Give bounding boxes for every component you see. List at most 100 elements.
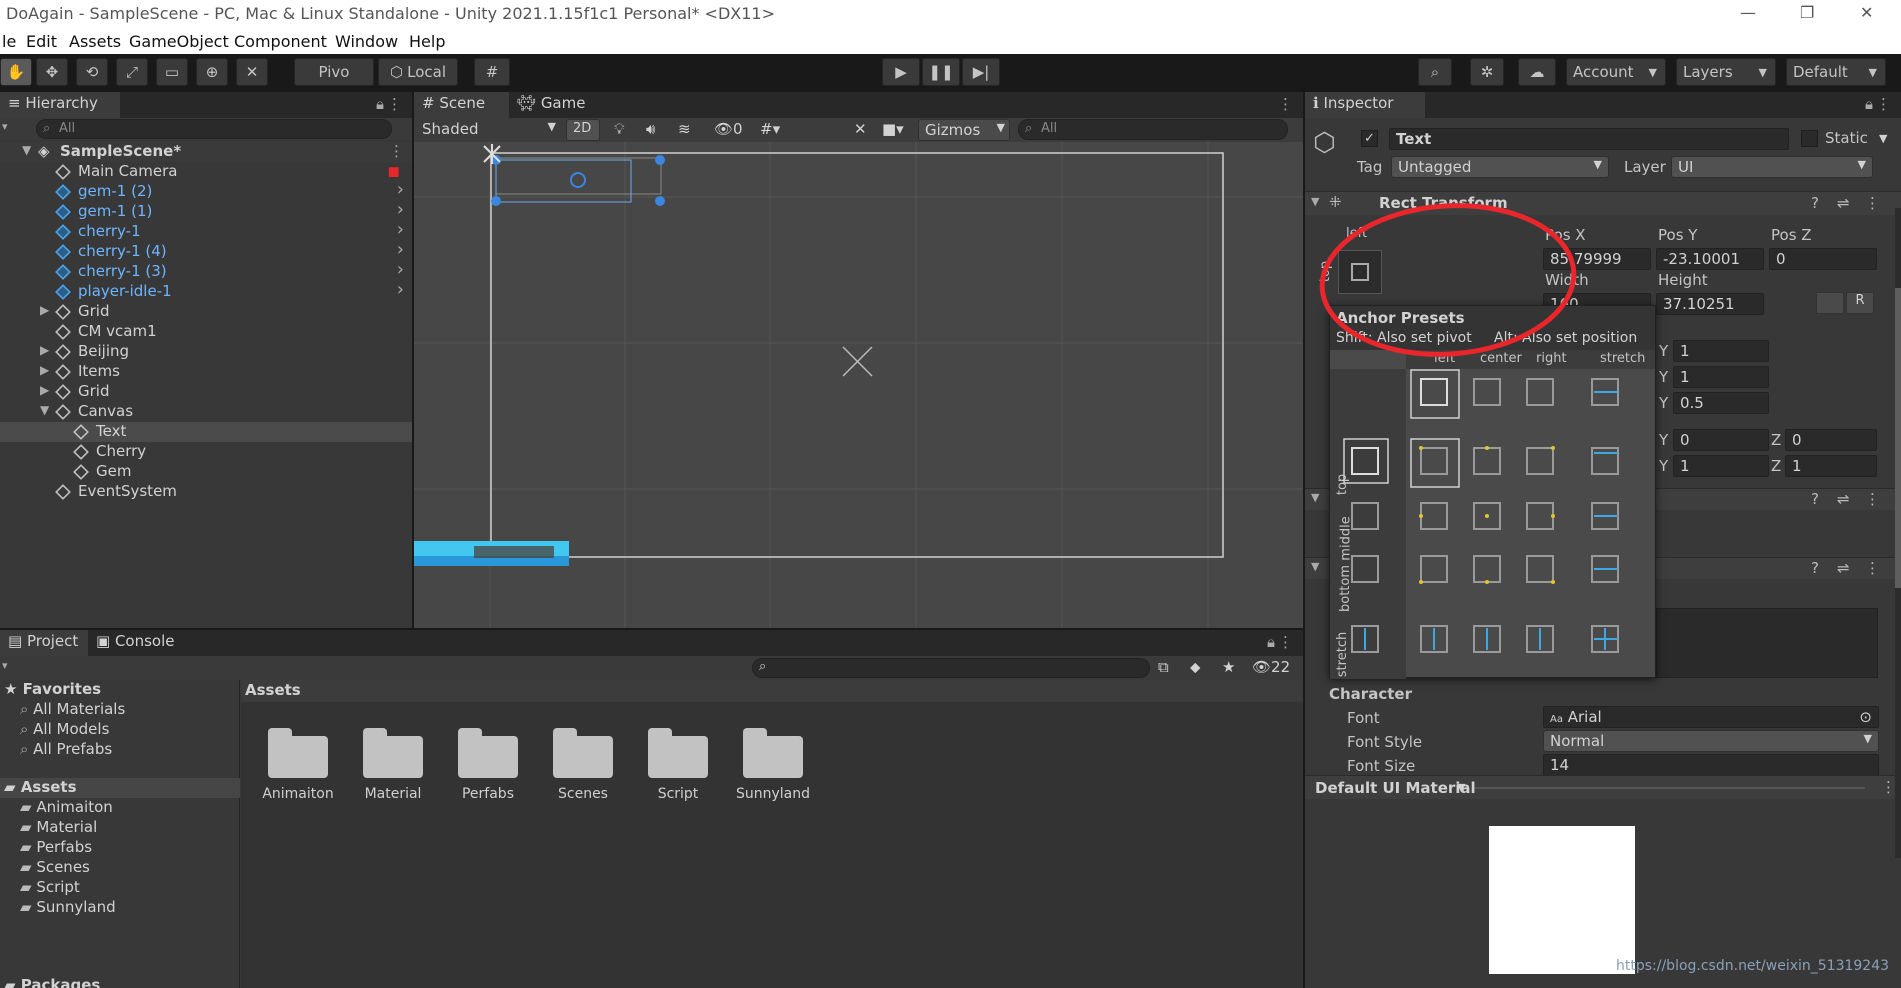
cloud-icon[interactable]: ☁: [1518, 58, 1556, 86]
posy-field[interactable]: -23.10001: [1656, 248, 1764, 270]
active-checkbox[interactable]: ✓: [1361, 130, 1378, 147]
breadcrumb-assets[interactable]: Assets: [245, 681, 301, 699]
assets-row[interactable]: ▰ Assets: [0, 778, 240, 798]
expand-arrow-icon[interactable]: ▶: [40, 383, 49, 397]
asset-folder-name[interactable]: Material: [343, 786, 443, 802]
asset-folder-item[interactable]: ▰ Material: [20, 818, 97, 836]
account-dropdown[interactable]: Account ▼: [1566, 58, 1666, 86]
prefab-open-icon[interactable]: ›: [397, 239, 404, 260]
transform-tool-icon[interactable]: ⊕: [196, 58, 228, 86]
expand-arrow-icon[interactable]: ▼: [40, 403, 49, 417]
posz-field[interactable]: 0: [1769, 248, 1877, 270]
create-dropdown-icon[interactable]: ▾: [2, 120, 8, 133]
scene-row[interactable]: ▼ ◈ SampleScene* ⋮: [0, 142, 412, 162]
expand-arrow-icon[interactable]: ▶: [40, 343, 49, 357]
anchor-min-y-field[interactable]: 1: [1673, 340, 1769, 362]
hierarchy-item[interactable]: cherry-1 ›: [0, 219, 412, 242]
asset-folder-item[interactable]: ▰ Scenes: [20, 858, 90, 876]
tab-inspector[interactable]: ℹ Inspector: [1305, 92, 1425, 118]
rotate-tool-icon[interactable]: ⟲: [76, 58, 108, 86]
hierarchy-item[interactable]: Gem: [0, 462, 412, 482]
tab-game[interactable]: 👾︎ Game: [509, 92, 599, 118]
more-icon[interactable]: ⋮: [387, 95, 402, 113]
more-icon[interactable]: ⋮: [1278, 95, 1293, 113]
packages-row[interactable]: ▰ Packages: [4, 976, 100, 988]
project-search-input[interactable]: ⌕: [752, 658, 1150, 678]
more-icon[interactable]: ⋮: [1881, 778, 1896, 796]
preset-icon[interactable]: ⇌: [1837, 559, 1850, 577]
expand-arrow-icon[interactable]: ▼: [1311, 560, 1319, 573]
more-icon[interactable]: ⋮: [1278, 633, 1293, 651]
close-button[interactable]: ✕: [1860, 3, 1873, 22]
custom-tool-icon[interactable]: ✕: [236, 58, 268, 86]
folder-icon[interactable]: [553, 728, 613, 778]
object-picker-icon[interactable]: ⊙: [1859, 708, 1872, 726]
hand-tool-icon[interactable]: ✋: [0, 58, 32, 86]
chevron-down-icon[interactable]: ▼: [1879, 132, 1887, 145]
camera-icon[interactable]: ■▾: [882, 120, 904, 138]
more-icon[interactable]: ⋮: [1865, 194, 1880, 212]
folder-icon[interactable]: [743, 728, 803, 778]
menu-component[interactable]: Component: [234, 32, 327, 51]
font-size-field[interactable]: 14: [1543, 754, 1879, 776]
folder-icon[interactable]: [648, 728, 708, 778]
asset-folder-name[interactable]: Perfabs: [438, 786, 538, 802]
favorite-star-icon[interactable]: ★: [1222, 658, 1235, 676]
help-icon[interactable]: ?: [1811, 194, 1819, 212]
asset-folder-item[interactable]: ▰ Animaiton: [20, 798, 113, 816]
asset-folder-name[interactable]: Animaiton: [248, 786, 348, 802]
pivot-y-field[interactable]: 0.5: [1673, 392, 1769, 414]
hierarchy-item[interactable]: cherry-1 (3) ›: [0, 259, 412, 282]
tag-dropdown[interactable]: Untagged ▼: [1391, 156, 1609, 178]
hierarchy-item[interactable]: player-idle-1 ›: [0, 279, 412, 302]
hierarchy-item[interactable]: Main Camera ◼: [0, 162, 412, 182]
prefab-open-icon[interactable]: ›: [397, 259, 404, 280]
help-icon[interactable]: ?: [1811, 490, 1819, 508]
lock-icon[interactable]: 🔒︎: [1865, 95, 1873, 113]
hierarchy-item[interactable]: gem-1 (2) ›: [0, 179, 412, 202]
hierarchy-item[interactable]: ▶ Beijing: [0, 342, 412, 362]
expand-arrow-icon[interactable]: ▶: [40, 303, 49, 317]
minimize-button[interactable]: —: [1740, 3, 1756, 22]
folder-icon[interactable]: [363, 728, 423, 778]
hierarchy-item[interactable]: ▼ Canvas: [0, 402, 412, 422]
hierarchy-item[interactable]: gem-1 (1) ›: [0, 199, 412, 222]
hierarchy-item[interactable]: EventSystem: [0, 482, 412, 502]
layers-dropdown[interactable]: Layers ▼: [1676, 58, 1776, 86]
hierarchy-item[interactable]: ▶ Grid: [0, 302, 412, 322]
object-name-field[interactable]: Text: [1389, 128, 1789, 150]
menu-edit[interactable]: Edit: [26, 32, 57, 51]
expand-arrow-icon[interactable]: ▼: [22, 143, 31, 157]
more-icon[interactable]: ⋮: [1865, 490, 1880, 508]
tab-hierarchy[interactable]: ≡ Hierarchy: [0, 92, 120, 118]
favorite-item[interactable]: ⌕ All Prefabs: [20, 740, 112, 758]
expand-arrow-icon[interactable]: ▶: [40, 363, 49, 377]
lock-icon[interactable]: 🔒︎: [376, 95, 384, 113]
tools-icon[interactable]: ✕: [854, 120, 867, 138]
play-button[interactable]: ▶: [882, 58, 920, 86]
menu-file[interactable]: le: [2, 32, 16, 51]
scene-search-input[interactable]: ⌕ All: [1018, 119, 1288, 140]
preset-icon[interactable]: ⇌: [1837, 194, 1850, 212]
hidden-objects-icon[interactable]: 👁︎0: [714, 120, 743, 138]
lighting-icon[interactable]: 💡︎: [614, 120, 625, 138]
hierarchy-item[interactable]: cherry-1 (4) ›: [0, 239, 412, 262]
hierarchy-item[interactable]: CM vcam1: [0, 322, 412, 342]
more-icon[interactable]: ⋮: [1876, 95, 1891, 113]
hidden-packages-icon[interactable]: 👁︎22: [1252, 658, 1290, 676]
font-field[interactable]: Aa Arial ⊙: [1543, 706, 1879, 728]
asset-folder-item[interactable]: ▰ Sunnyland: [20, 898, 116, 916]
search-by-type-icon[interactable]: ⧉: [1158, 658, 1169, 676]
rotation-y-field[interactable]: 0: [1673, 429, 1769, 451]
menu-help[interactable]: Help: [409, 32, 445, 51]
chevron-down-icon[interactable]: ▼: [1457, 781, 1465, 794]
local-toggle[interactable]: ⬡ Local: [378, 58, 458, 86]
grid-icon[interactable]: #▾: [760, 120, 780, 138]
collab-icon[interactable]: ✲: [1470, 58, 1504, 86]
scene-viewport[interactable]: [414, 142, 1303, 628]
menu-assets[interactable]: Assets: [69, 32, 121, 51]
hierarchy-search-input[interactable]: ⌕ All: [36, 119, 392, 139]
material-header[interactable]: Default UI Material ▼ ⋮: [1305, 775, 1901, 799]
asset-folder-name[interactable]: Script: [628, 786, 728, 802]
scale-z-field[interactable]: 1: [1785, 455, 1877, 477]
